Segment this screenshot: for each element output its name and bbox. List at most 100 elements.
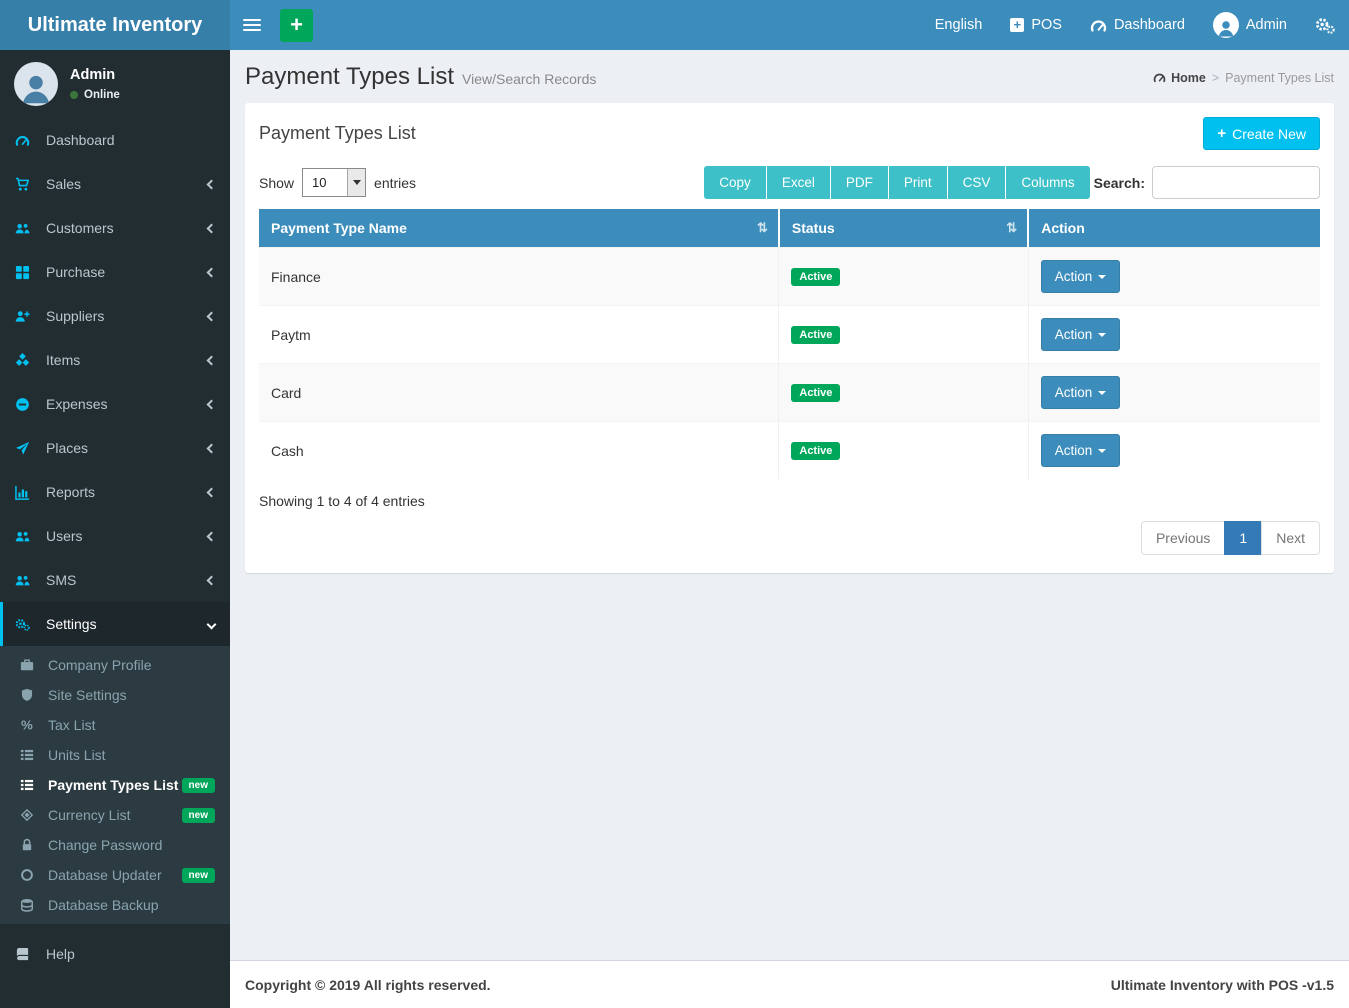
new-badge: new — [182, 868, 215, 883]
plus-square-icon — [1010, 18, 1024, 32]
copyright-text: Copyright © 2019 All rights reserved. — [245, 977, 491, 993]
sidebar-item-sales[interactable]: Sales — [0, 162, 230, 206]
user-avatar — [14, 62, 58, 106]
sidebar-subitem-units-list[interactable]: Units List — [0, 740, 230, 770]
svg-text:%: % — [21, 718, 33, 732]
search-input[interactable] — [1152, 166, 1320, 199]
select-dropdown-button[interactable] — [347, 169, 365, 196]
chevron-left-icon — [207, 355, 217, 365]
user-plus-icon — [15, 309, 39, 324]
chevron-left-icon — [207, 399, 217, 409]
nav-dashboard-link[interactable]: Dashboard — [1076, 0, 1199, 50]
pagination-previous-button[interactable]: Previous — [1141, 521, 1225, 555]
users-icon — [15, 529, 39, 544]
export-button-columns[interactable]: Columns — [1006, 166, 1089, 199]
payment-types-table: Payment Type Name Status Action FinanceA… — [259, 209, 1320, 479]
sidebar-item-places[interactable]: Places — [0, 426, 230, 470]
sidebar-item-dashboard[interactable]: Dashboard — [0, 118, 230, 162]
settings-menu[interactable] — [1301, 0, 1349, 50]
sidebar-item-items[interactable]: Items — [0, 338, 230, 382]
sidebar-toggle-button[interactable] — [230, 0, 274, 50]
tachometer-icon — [15, 133, 39, 148]
column-header-status[interactable]: Status — [779, 209, 1028, 248]
entries-label: entries — [374, 175, 416, 191]
sidebar-item-suppliers[interactable]: Suppliers — [0, 294, 230, 338]
chevron-left-icon — [207, 223, 217, 233]
action-cell: Action — [1028, 306, 1320, 364]
percent-icon: % — [20, 718, 42, 732]
box-title: Payment Types List — [259, 123, 416, 144]
sidebar-subitem-database-backup[interactable]: Database Backup — [0, 890, 230, 920]
action-dropdown-button[interactable]: Action — [1041, 260, 1121, 293]
action-dropdown-button[interactable]: Action — [1041, 434, 1121, 467]
nav-pos-link[interactable]: POS — [996, 0, 1076, 50]
status-cell: Active — [779, 248, 1028, 306]
payment-type-name-cell: Card — [259, 364, 779, 422]
plus-icon — [1217, 125, 1226, 142]
online-status-label: Online — [84, 89, 120, 101]
sidebar-subitem-tax-list[interactable]: %Tax List — [0, 710, 230, 740]
sidebar-item-purchase[interactable]: Purchase — [0, 250, 230, 294]
chevron-left-icon — [207, 443, 217, 453]
user-menu[interactable]: Admin — [1199, 0, 1301, 50]
action-dropdown-button[interactable]: Action — [1041, 318, 1121, 351]
paper-plane-icon — [15, 441, 39, 456]
sidebar-item-users[interactable]: Users — [0, 514, 230, 558]
export-button-excel[interactable]: Excel — [767, 166, 830, 199]
table-info-text: Showing 1 to 4 of 4 entries — [259, 493, 1320, 509]
version-text: Ultimate Inventory with POS -v1.5 — [1111, 977, 1334, 993]
caret-down-icon — [1098, 333, 1106, 337]
app-logo[interactable]: Ultimate Inventory — [0, 0, 230, 50]
action-dropdown-button[interactable]: Action — [1041, 376, 1121, 409]
breadcrumb-home-link[interactable]: Home — [1153, 71, 1206, 85]
pagination-page-1[interactable]: 1 — [1224, 521, 1262, 555]
column-header-payment-type-name[interactable]: Payment Type Name — [259, 209, 779, 248]
status-badge: Active — [791, 268, 840, 286]
sidebar-item-expenses[interactable]: Expenses — [0, 382, 230, 426]
shield-icon — [20, 688, 42, 702]
payment-type-name-cell: Cash — [259, 422, 779, 480]
chevron-left-icon — [207, 487, 217, 497]
chevron-left-icon — [207, 531, 217, 541]
caret-down-icon — [1098, 449, 1106, 453]
sidebar-subitem-database-updater[interactable]: Database Updaternew — [0, 860, 230, 890]
sidebar-subitem-currency-list[interactable]: Currency Listnew — [0, 800, 230, 830]
cart-icon — [15, 177, 39, 192]
tachometer-icon — [1090, 17, 1107, 34]
page-length-select[interactable]: 10 — [302, 168, 366, 197]
sidebar-item-settings[interactable]: Settings — [0, 602, 230, 646]
sidebar-menu: DashboardSalesCustomersPurchaseSuppliers… — [0, 118, 230, 976]
table-row: PaytmActiveAction — [259, 306, 1320, 364]
online-status-dot — [70, 91, 78, 99]
sidebar-subitem-change-password[interactable]: Change Password — [0, 830, 230, 860]
sidebar: Admin Online DashboardSalesCustomersPurc… — [0, 50, 230, 1008]
sidebar-item-reports[interactable]: Reports — [0, 470, 230, 514]
diamond-icon — [20, 808, 42, 822]
lock-icon — [20, 838, 42, 852]
export-button-csv[interactable]: CSV — [948, 166, 1006, 199]
action-cell: Action — [1028, 364, 1320, 422]
book-icon — [15, 947, 39, 962]
create-new-button[interactable]: Create New — [1203, 117, 1320, 150]
sidebar-subitem-company-profile[interactable]: Company Profile — [0, 650, 230, 680]
export-button-pdf[interactable]: PDF — [831, 166, 888, 199]
table-row: CardActiveAction — [259, 364, 1320, 422]
breadcrumb-separator: > — [1212, 71, 1219, 85]
language-menu[interactable]: English — [921, 0, 997, 50]
payment-types-box: Payment Types List Create New Show 10 en… — [245, 103, 1334, 573]
quick-add-button[interactable]: + — [280, 9, 313, 42]
database-icon — [20, 898, 42, 912]
sidebar-subitem-payment-types-list[interactable]: Payment Types Listnew — [0, 770, 230, 800]
pagination-next-button[interactable]: Next — [1261, 521, 1320, 555]
sidebar-subitem-site-settings[interactable]: Site Settings — [0, 680, 230, 710]
caret-down-icon — [1098, 275, 1106, 279]
settings-submenu: Company ProfileSite Settings%Tax ListUni… — [0, 646, 230, 924]
status-cell: Active — [779, 306, 1028, 364]
export-button-copy[interactable]: Copy — [704, 166, 766, 199]
export-button-print[interactable]: Print — [889, 166, 947, 199]
pagination: Previous 1 Next — [259, 521, 1320, 555]
sidebar-item-customers[interactable]: Customers — [0, 206, 230, 250]
sidebar-item-sms[interactable]: SMS — [0, 558, 230, 602]
breadcrumb: Home > Payment Types List — [1153, 71, 1334, 85]
sidebar-item-help[interactable]: Help — [0, 932, 230, 976]
